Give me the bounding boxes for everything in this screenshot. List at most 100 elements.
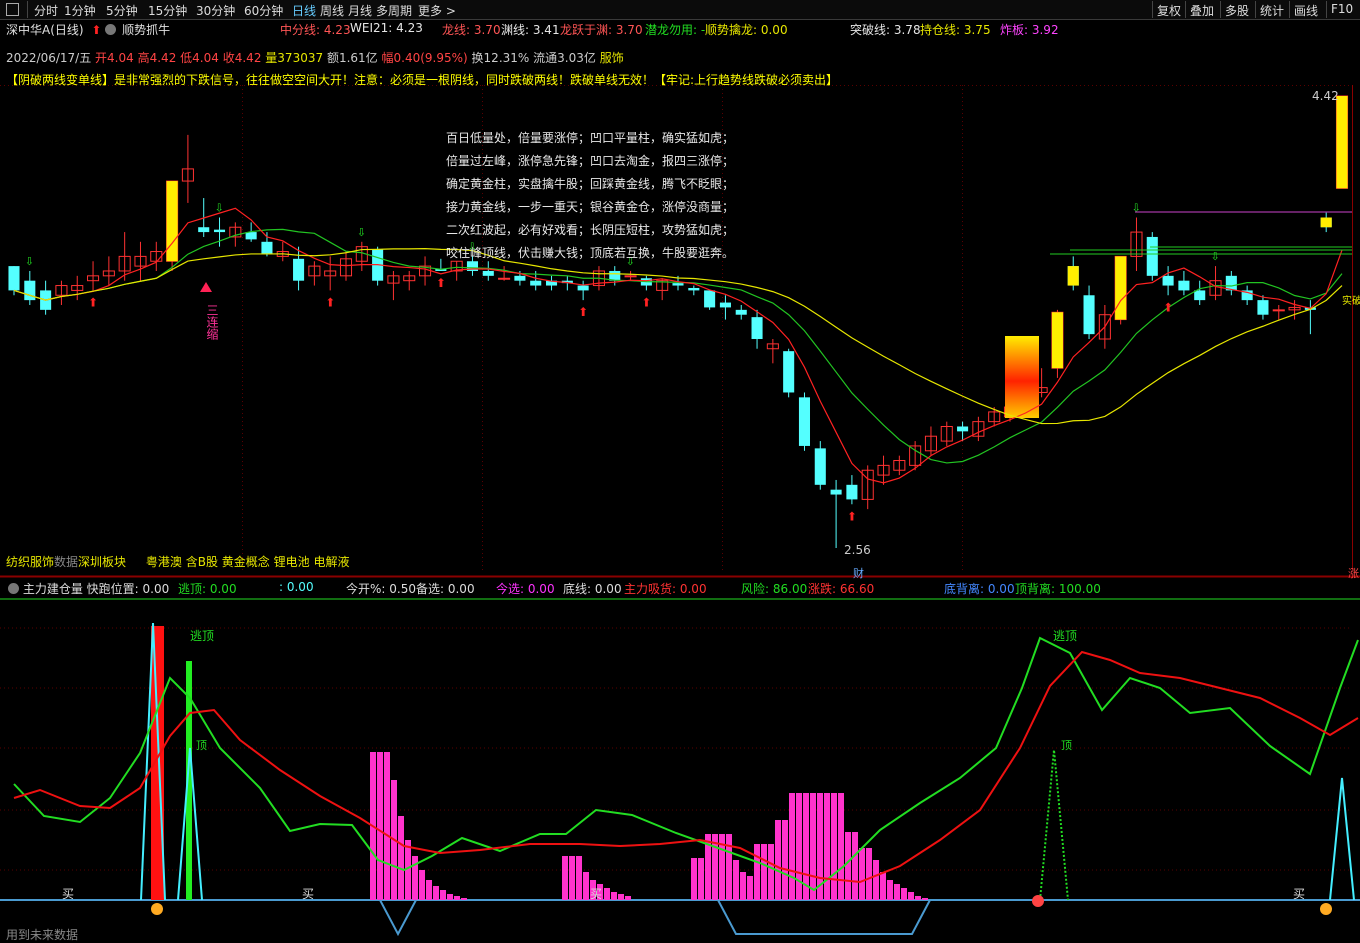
volume-bar — [726, 834, 732, 900]
buy-arrow-icon: ⬆ — [578, 305, 588, 319]
volume-bar — [625, 896, 631, 900]
ma-line-green — [13, 228, 1343, 464]
qianlong-value: 潜龙勿用: - — [645, 23, 706, 37]
volume-bar — [611, 892, 617, 900]
dropdown-circle-icon[interactable] — [105, 24, 117, 35]
taoding-value: 逃顶: 0.00 — [178, 582, 237, 596]
volume-bar — [733, 860, 739, 900]
candle-body — [672, 283, 684, 286]
poem-line-6: 咬住峰顶线，伏击赚大钱；顶底若互换，牛股要逛奔。 — [446, 246, 735, 260]
dingbeili-value: 顶背离: 100.00 — [1015, 582, 1101, 596]
sector-gold[interactable]: 黄金概念 — [222, 555, 270, 569]
volume-bar — [583, 872, 589, 900]
quote-close: 收4.42 — [222, 51, 262, 65]
jinkai-value: 今开%: 0.50 — [346, 582, 416, 596]
buy-label-4: 买 — [1293, 887, 1306, 901]
high-price-label: 4.42 — [1312, 89, 1339, 103]
volume-bar — [859, 848, 865, 900]
buy-arrow-icon: ⬆ — [641, 295, 651, 309]
volume-bar-tall — [810, 793, 816, 900]
quote-amount: 额1.61亿 — [326, 51, 378, 65]
quote-row: 2022/06/17/五 开4.04 高4.42 低4.04 收4.42 量37… — [6, 49, 624, 66]
candle-body — [688, 287, 700, 291]
highlight-candle — [1051, 312, 1063, 369]
candle-body — [8, 266, 20, 291]
volume-bar — [901, 888, 907, 900]
zhuli-value: 主力吸货: 0.00 — [624, 582, 707, 596]
volume-bar-tall — [789, 793, 795, 900]
volume-bar-tall — [370, 820, 376, 900]
sell-arrow-icon: ⇩ — [1131, 202, 1140, 215]
future-data-warning: 用到未来数据 — [6, 928, 79, 942]
zhangdie-value: 涨跌: 66.60 — [808, 582, 875, 596]
candle-body — [1194, 290, 1206, 301]
volume-bar — [894, 884, 900, 900]
volume-bar-tall — [824, 793, 830, 900]
sector-data[interactable]: 数据 — [54, 555, 78, 569]
candle-body — [293, 258, 305, 281]
buy-arrow-icon: ⬆ — [847, 509, 857, 523]
sector-electrolyte[interactable]: 电解液 — [313, 555, 349, 569]
sell-arrow-icon: ⇩ — [1211, 250, 1220, 263]
dibeili-value: 底背离: 0.00 — [944, 582, 1015, 596]
buy-label-2: 买 — [302, 887, 315, 901]
sector-shenzhen[interactable]: 深圳板块 — [78, 555, 126, 569]
quote-float: 流通3.03亿 — [533, 51, 596, 65]
stock-name[interactable]: 深中华A(日线) — [6, 23, 84, 37]
buy-arrow-icon: ⬆ — [88, 295, 98, 309]
poem-line-1: 百日低量处，倍量要涨停；凹口平量柱，确实猛如虎； — [446, 131, 735, 145]
coin-marker-icon — [151, 903, 163, 915]
quote-industry[interactable]: 服饰 — [600, 51, 624, 65]
jinxuan-value: 今选: 0.00 — [496, 582, 555, 596]
buy-label-1: 买 — [62, 887, 75, 901]
sell-arrow-icon: ⇩ — [215, 202, 224, 215]
candle-body — [1178, 280, 1190, 291]
highlight-candle — [1336, 96, 1348, 189]
indicator-title[interactable]: 主力建仓量 — [23, 582, 83, 596]
highlight-candle — [1115, 256, 1127, 320]
zhaban-value: 炸板: 3.92 — [1000, 23, 1059, 37]
highlight-candle — [1067, 266, 1079, 286]
fengxian-value: 风险: 86.00 — [741, 582, 808, 596]
volume-bar-tall — [391, 820, 397, 900]
indicator-name[interactable]: 顺势抓牛 — [122, 23, 170, 37]
shunshi-value: 顺势擒龙: 0.00 — [705, 23, 788, 37]
quote-open: 开4.04 — [95, 51, 134, 65]
blank-value: : 0.00 — [279, 580, 314, 594]
volume-bar-tall — [838, 793, 844, 900]
candle-body — [719, 302, 731, 308]
indicator-dropdown-icon[interactable] — [8, 583, 19, 594]
sector-gba[interactable]: 粤港澳 — [146, 555, 182, 569]
sector-lithium[interactable]: 锂电池 — [274, 555, 310, 569]
volume-bar — [761, 844, 767, 900]
candle-body — [498, 277, 511, 280]
trough-line — [717, 899, 931, 935]
volume-bar — [775, 820, 781, 900]
sector-textile[interactable]: 纺织服饰 — [6, 555, 54, 569]
buy-label-3: 买 — [590, 887, 603, 901]
breakout-block — [1005, 336, 1039, 418]
sector-bshare[interactable]: 含B股 — [186, 555, 218, 569]
candle-body — [798, 397, 811, 446]
candle-body — [735, 309, 747, 315]
candle-body — [957, 426, 969, 432]
buy-arrow-icon: ⬆ — [436, 276, 446, 290]
poem-line-5: 二次红波起，必有好戏看；长阴压短柱，攻势猛如虎； — [446, 223, 735, 237]
sell-arrow-icon: ⇩ — [357, 226, 366, 239]
volume-bar — [433, 886, 439, 900]
escape-top-label-1: 逃顶 — [190, 629, 215, 643]
volume-bar — [426, 880, 432, 900]
volume-bar-tall — [796, 793, 802, 900]
candle-body — [624, 275, 637, 278]
volume-bar — [852, 832, 858, 900]
volume-bar — [461, 898, 467, 900]
quote-low: 低4.04 — [180, 51, 219, 65]
volume-bar — [880, 872, 886, 900]
quote-volume: 量373037 — [265, 51, 324, 65]
volume-bar — [915, 896, 921, 900]
candle-body — [751, 317, 763, 340]
sell-arrow-icon: ⇩ — [25, 255, 34, 268]
signal-spike — [1329, 777, 1355, 901]
top-label-1: 顶 — [196, 739, 207, 752]
longxian-value: 龙线: 3.70 — [442, 23, 501, 37]
